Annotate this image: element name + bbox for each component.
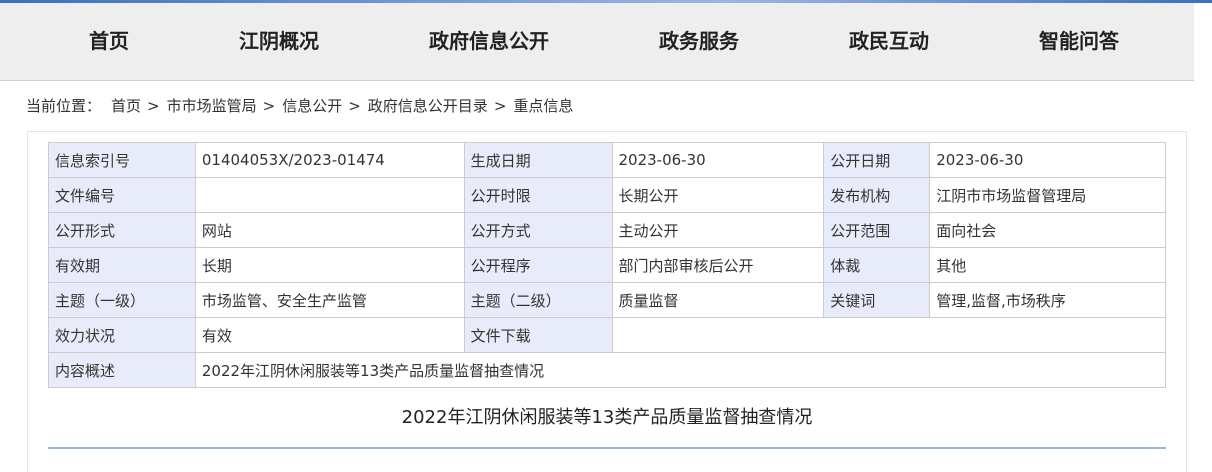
summary-label: 内容概述 <box>48 352 196 388</box>
keywords-value: 管理,监督,市场秩序 <box>929 282 1166 318</box>
table-row: 效力状况 有效 文件下载 <box>48 317 1166 353</box>
main-nav: 首页 江阴概况 政府信息公开 政务服务 政民互动 智能问答 <box>0 3 1194 81</box>
breadcrumb-separator: > <box>262 97 276 115</box>
procedure-label: 公开程序 <box>463 247 613 283</box>
table-row: 内容概述 2022年江阴休闲服装等13类产品质量监督抽查情况 <box>48 352 1167 388</box>
breadcrumb-disclosure-catalog[interactable]: 政府信息公开目录 <box>368 95 488 117</box>
index-no-label: 信息索引号 <box>48 142 196 178</box>
nav-item-jiangyin-overview[interactable]: 江阴概况 <box>239 3 319 80</box>
doc-no-label: 文件编号 <box>48 177 196 213</box>
table-row: 公开形式 网站 公开方式 主动公开 公开范围 面向社会 <box>48 212 1166 248</box>
table-row: 有效期 长期 公开程序 部门内部审核后公开 体裁 其他 <box>48 247 1166 283</box>
created-date-label: 生成日期 <box>463 142 613 178</box>
issuer-value: 江阴市市场监督管理局 <box>929 177 1166 213</box>
form-label: 公开形式 <box>48 212 196 248</box>
breadcrumb: 当前位置： 首页 > 市市场监管局 > 信息公开 > 政府信息公开目录 > 重点信息 <box>26 95 573 117</box>
validity-value: 长期 <box>194 247 465 283</box>
nav-item-smart-qa[interactable]: 智能问答 <box>1039 3 1119 80</box>
table-row: 文件编号 公开时限 长期公开 发布机构 江阴市市场监督管理局 <box>48 177 1166 213</box>
breadcrumb-separator: > <box>348 97 361 115</box>
index-no-value: 01404053X/2023-01474 <box>194 142 465 178</box>
genre-value: 其他 <box>929 247 1166 283</box>
breadcrumb-info-disclosure[interactable]: 信息公开 <box>282 95 342 117</box>
method-value: 主动公开 <box>611 212 825 248</box>
time-limit-label: 公开时限 <box>463 177 613 213</box>
breadcrumb-separator: > <box>493 97 507 115</box>
table-row: 信息索引号 01404053X/2023-01474 生成日期 2023-06-… <box>48 142 1166 178</box>
breadcrumb-separator: > <box>147 97 160 115</box>
article-title: 2022年江阴休闲服装等13类产品质量监督抽查情况 <box>401 407 813 428</box>
topic-level2-value: 质量监督 <box>611 282 825 318</box>
scope-value: 面向社会 <box>929 212 1166 248</box>
breadcrumb-prefix: 当前位置： <box>26 97 102 115</box>
nav-item-home[interactable]: 首页 <box>89 3 129 80</box>
time-limit-value: 长期公开 <box>611 177 825 213</box>
validity-label: 有效期 <box>48 247 196 283</box>
created-date-value: 2023-06-30 <box>611 142 825 178</box>
scope-label: 公开范围 <box>823 212 931 248</box>
publish-date-value: 2023-06-30 <box>929 142 1166 178</box>
procedure-value: 部门内部审核后公开 <box>611 247 825 283</box>
effect-value: 有效 <box>194 317 465 353</box>
nav-item-interaction[interactable]: 政民互动 <box>849 3 929 80</box>
summary-value: 2022年江阴休闲服装等13类产品质量监督抽查情况 <box>194 352 1167 388</box>
genre-label: 体裁 <box>823 247 931 283</box>
nav-item-gov-info[interactable]: 政府信息公开 <box>429 3 549 80</box>
breadcrumb-market-bureau[interactable]: 市市场监管局 <box>167 95 257 117</box>
topic-level2-label: 主题（二级） <box>463 282 613 318</box>
nav-item-gov-services[interactable]: 政务服务 <box>659 3 739 80</box>
method-label: 公开方式 <box>463 212 613 248</box>
info-meta-table: 信息索引号 01404053X/2023-01474 生成日期 2023-06-… <box>48 142 1167 388</box>
issuer-label: 发布机构 <box>823 177 931 213</box>
doc-no-value <box>194 177 465 213</box>
keywords-label: 关键词 <box>823 282 931 318</box>
title-divider <box>48 447 1166 449</box>
table-row: 主题（一级） 市场监管、安全生产监管 主题（二级） 质量监督 关键词 管理,监督… <box>48 282 1166 318</box>
topic-level1-value: 市场监管、安全生产监管 <box>194 282 465 318</box>
effect-label: 效力状况 <box>48 317 196 353</box>
publish-date-label: 公开日期 <box>823 142 931 178</box>
form-value: 网站 <box>194 212 465 248</box>
breadcrumb-key-info[interactable]: 重点信息 <box>513 95 573 117</box>
download-label: 文件下载 <box>463 317 613 353</box>
breadcrumb-home[interactable]: 首页 <box>111 95 141 117</box>
topic-level1-label: 主题（一级） <box>48 282 196 318</box>
download-value[interactable] <box>611 317 1166 353</box>
